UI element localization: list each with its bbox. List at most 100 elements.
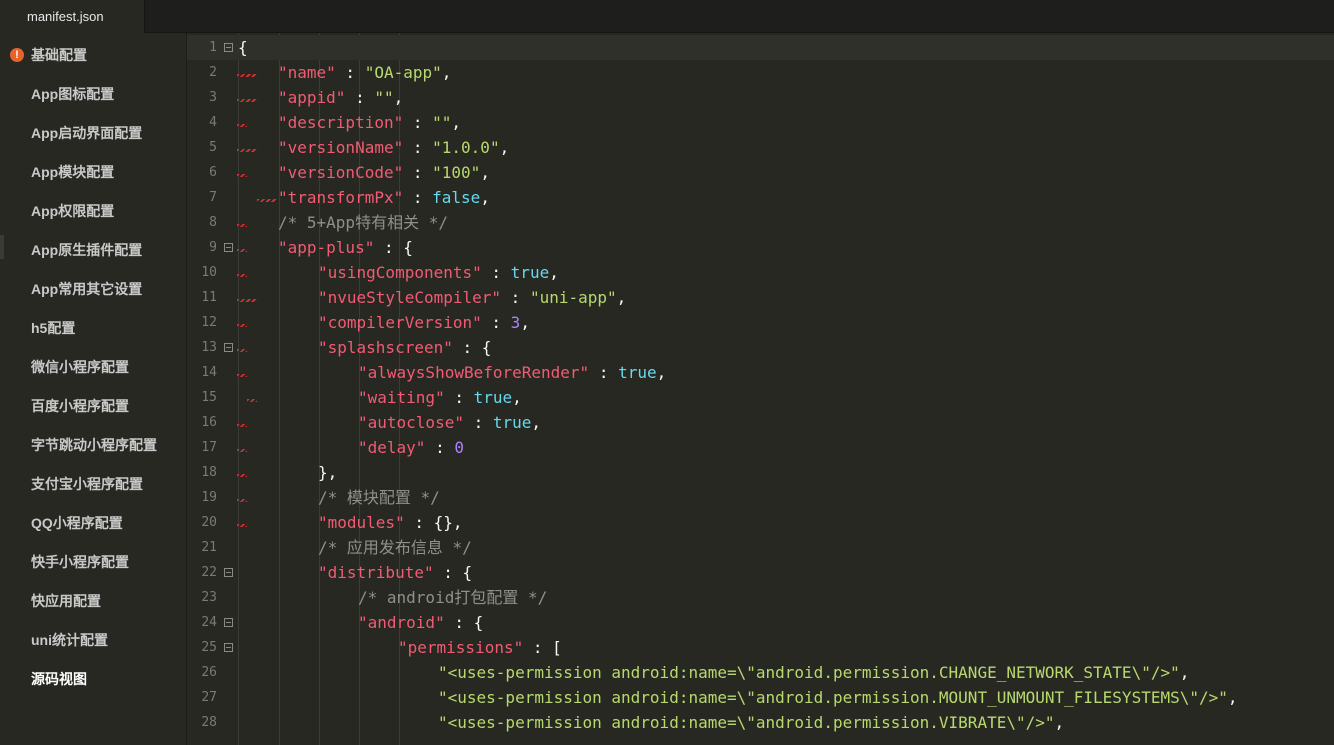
code-line[interactable]: 11 "nvueStyleCompiler" : "uni-app", — [187, 285, 1334, 310]
sidebar-item[interactable]: 源码视图 — [0, 666, 186, 692]
line-number: 28 — [201, 715, 217, 730]
code-text: "compilerVersion" : 3, — [318, 313, 530, 332]
sidebar-item-label: App模块配置 — [31, 164, 115, 180]
sidebar-item-label: 基础配置 — [31, 47, 87, 63]
tab-manifest-json[interactable]: manifest.json — [0, 0, 145, 33]
sidebar-item-label: App图标配置 — [31, 86, 115, 102]
code-text: "versionCode" : "100", — [278, 163, 490, 182]
sidebar-item-label: App启动界面配置 — [31, 125, 143, 141]
line-number: 21 — [201, 540, 217, 555]
sidebar-item[interactable]: h5配置 — [0, 315, 186, 341]
code-text: { — [238, 38, 248, 57]
sidebar-item[interactable]: App权限配置 — [0, 198, 186, 224]
line-number: 7 — [209, 190, 217, 205]
fold-toggle-icon[interactable] — [224, 43, 233, 52]
code-line[interactable]: 13 "splashscreen" : { — [187, 335, 1334, 360]
code-line[interactable]: 27 "<uses-permission android:name=\"andro… — [187, 685, 1334, 710]
code-line[interactable]: 24 "android" : { — [187, 610, 1334, 635]
sidebar-item[interactable]: ! 基础配置 — [0, 42, 186, 68]
sidebar-item[interactable]: 快应用配置 — [0, 588, 186, 614]
code-line[interactable]: 10 "usingComponents" : true, — [187, 260, 1334, 285]
error-squiggle — [237, 224, 247, 227]
code-line[interactable]: 3 "appid" : "", — [187, 85, 1334, 110]
error-squiggle — [237, 349, 247, 352]
code-text: "waiting" : true, — [358, 388, 522, 407]
code-line[interactable]: 8 /* 5+App特有相关 */ — [187, 210, 1334, 235]
code-text: /* 5+App特有相关 */ — [278, 213, 448, 232]
sidebar-item-label: App原生插件配置 — [31, 242, 143, 258]
fold-toggle-icon[interactable] — [224, 243, 233, 252]
code-line[interactable]: 28 "<uses-permission android:name=\"andro… — [187, 710, 1334, 735]
sidebar-item[interactable]: 支付宝小程序配置 — [0, 471, 186, 497]
error-squiggle — [247, 399, 257, 402]
line-number: 27 — [201, 690, 217, 705]
sidebar-item[interactable]: App启动界面配置 — [0, 120, 186, 146]
error-squiggle — [237, 524, 247, 527]
line-number: 13 — [201, 340, 217, 355]
code-line[interactable]: 25 "permissions" : [ — [187, 635, 1334, 660]
sidebar-item[interactable]: 快手小程序配置 — [0, 549, 186, 575]
code-text: "<uses-permission android:name=\"android… — [438, 663, 1190, 682]
code-text: "permissions" : [ — [398, 638, 562, 657]
line-number: 6 — [209, 165, 217, 180]
line-number: 18 — [201, 465, 217, 480]
sidebar-item[interactable]: App常用其它设置 — [0, 276, 186, 302]
sidebar-item-label: 微信小程序配置 — [31, 359, 129, 375]
code-line[interactable]: 12 "compilerVersion" : 3, — [187, 310, 1334, 335]
code-line[interactable]: 1{ — [187, 35, 1334, 60]
line-number: 2 — [209, 65, 217, 80]
sidebar-item[interactable]: 百度小程序配置 — [0, 393, 186, 419]
fold-toggle-icon[interactable] — [224, 618, 233, 627]
sidebar-item-label: App权限配置 — [31, 203, 115, 219]
line-number: 1 — [209, 40, 217, 55]
fold-toggle-icon[interactable] — [224, 568, 233, 577]
sidebar-item[interactable]: 字节跳动小程序配置 — [0, 432, 186, 458]
fold-toggle-icon[interactable] — [224, 643, 233, 652]
code-editor[interactable]: 1{2 "name" : "OA-app", 3 "appid" : "", 4 "des… — [187, 33, 1334, 745]
code-text: /* 应用发布信息 */ — [318, 538, 472, 557]
sidebar-item[interactable]: 微信小程序配置 — [0, 354, 186, 380]
code-text: "splashscreen" : { — [318, 338, 492, 357]
code-line[interactable]: 16 "autoclose" : true, — [187, 410, 1334, 435]
sidebar-item[interactable]: App原生插件配置 — [0, 237, 186, 263]
code-line[interactable]: 20 "modules" : {}, — [187, 510, 1334, 535]
line-number: 9 — [209, 240, 217, 255]
line-number: 11 — [201, 290, 217, 305]
code-line[interactable]: 7 "transformPx" : false, — [187, 185, 1334, 210]
code-text: "appid" : "", — [278, 88, 404, 107]
sidebar-item[interactable]: App模块配置 — [0, 159, 186, 185]
code-line[interactable]: 23 /* android打包配置 */ — [187, 585, 1334, 610]
code-line[interactable]: 19 /* 模块配置 */ — [187, 485, 1334, 510]
code-line[interactable]: 26 "<uses-permission android:name=\"andro… — [187, 660, 1334, 685]
sidebar-item-label: 快手小程序配置 — [31, 554, 129, 570]
sidebar-item[interactable]: uni统计配置 — [0, 627, 186, 653]
code-line[interactable]: 9 "app-plus" : { — [187, 235, 1334, 260]
sidebar-item-label: 百度小程序配置 — [31, 398, 129, 414]
code-text: /* 模块配置 */ — [318, 488, 440, 507]
code-line[interactable]: 14 "alwaysShowBeforeRender" : true, — [187, 360, 1334, 385]
code-line[interactable]: 18}, — [187, 460, 1334, 485]
error-squiggle — [237, 124, 247, 127]
error-squiggle — [237, 449, 247, 452]
sidebar-item[interactable]: App图标配置 — [0, 81, 186, 107]
code-text: "transformPx" : false, — [278, 188, 490, 207]
warning-icon: ! — [10, 48, 24, 62]
code-line[interactable]: 21 /* 应用发布信息 */ — [187, 535, 1334, 560]
code-line[interactable]: 2 "name" : "OA-app", — [187, 60, 1334, 85]
code-text: "<uses-permission android:name=\"android… — [438, 713, 1065, 732]
line-number: 3 — [209, 90, 217, 105]
code-line[interactable]: 15 "waiting" : true, — [187, 385, 1334, 410]
sidebar-item[interactable]: QQ小程序配置 — [0, 510, 186, 536]
line-number: 17 — [201, 440, 217, 455]
code-line[interactable]: 6 "versionCode" : "100", — [187, 160, 1334, 185]
sidebar-item-label: 源码视图 — [31, 671, 87, 687]
error-squiggle — [237, 374, 247, 377]
code-line[interactable]: 4 "description" : "", — [187, 110, 1334, 135]
code-line[interactable]: 22 "distribute" : { — [187, 560, 1334, 585]
code-text: "alwaysShowBeforeRender" : true, — [358, 363, 667, 382]
fold-toggle-icon[interactable] — [224, 343, 233, 352]
error-squiggle — [237, 74, 257, 77]
code-line[interactable]: 5 "versionName" : "1.0.0", — [187, 135, 1334, 160]
code-text: "autoclose" : true, — [358, 413, 542, 432]
code-line[interactable]: 17 "delay" : 0 — [187, 435, 1334, 460]
